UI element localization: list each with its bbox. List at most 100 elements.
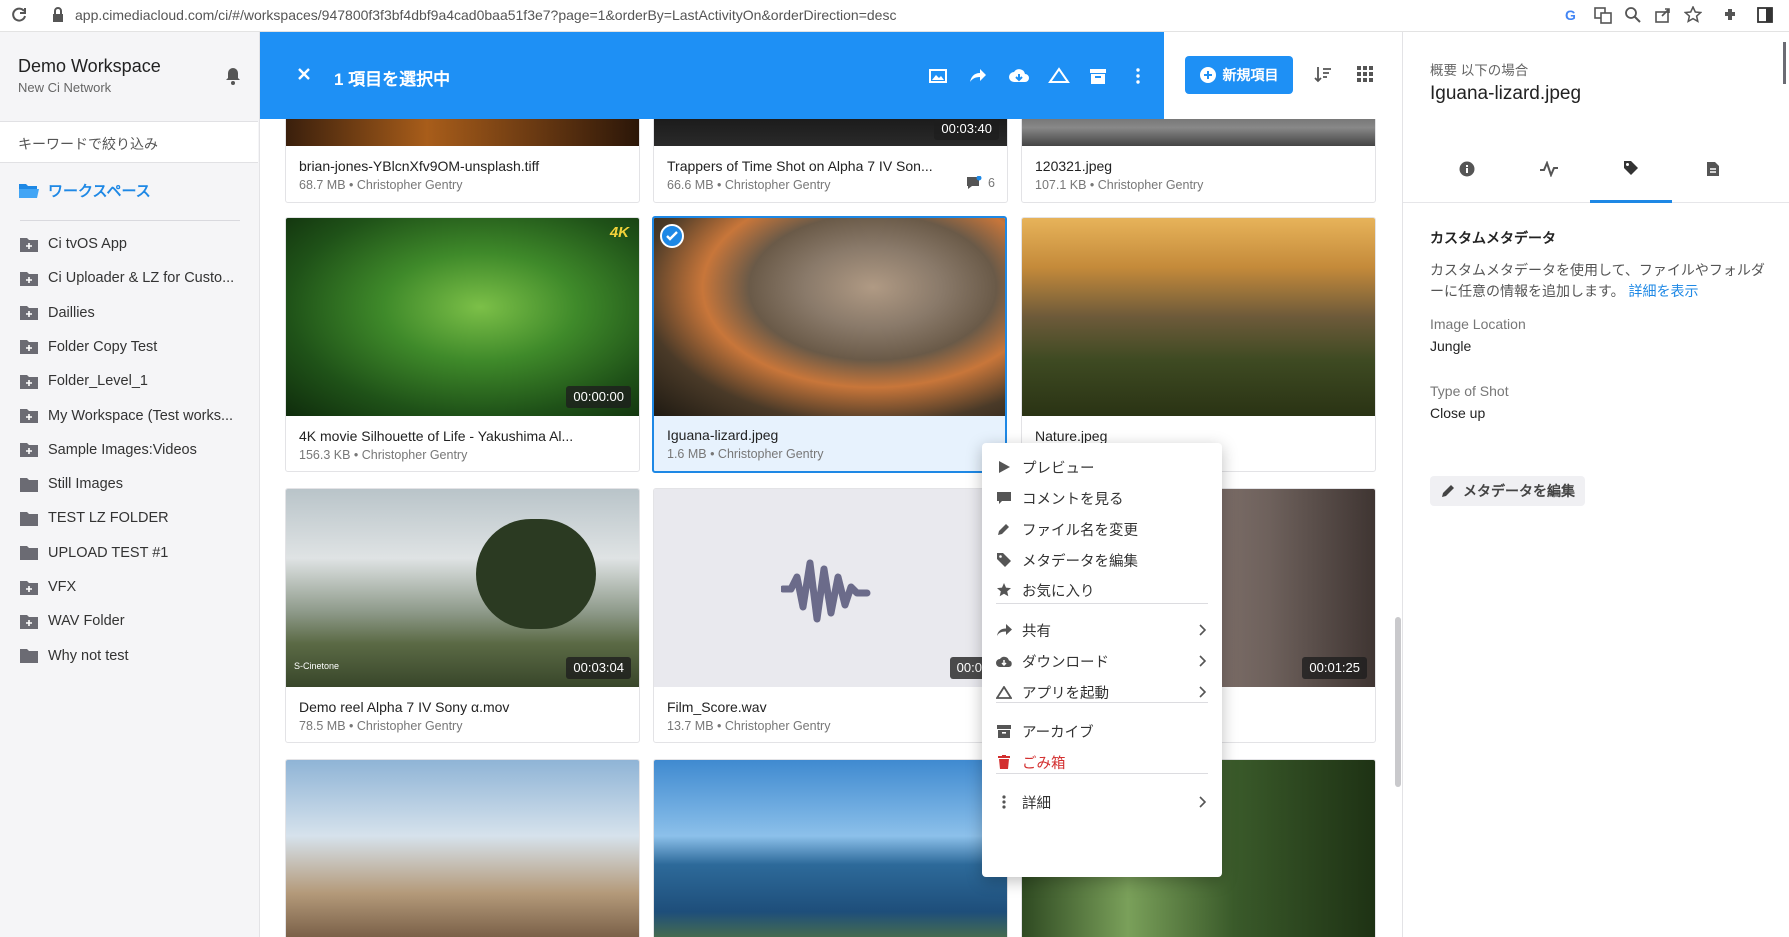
menu-item-label: アーカイブ [1022, 724, 1094, 741]
new-item-label: 新規項目 [1222, 67, 1279, 83]
menu-item[interactable]: お気に入り [982, 576, 1222, 604]
reload-icon[interactable] [10, 6, 28, 24]
bookmark-star-icon[interactable] [1684, 6, 1702, 24]
menu-item[interactable]: アーカイブ [982, 717, 1222, 745]
sidebar-folder-item[interactable]: Folder_Level_1 [20, 371, 245, 391]
section-description: カスタムメタデータを使用して、ファイルやフォルダーに任意の情報を追加します。 詳… [1430, 262, 1765, 299]
tag-icon [1623, 160, 1639, 176]
asset-meta: 156.3 KB • Christopher Gentry [299, 448, 468, 462]
sidebar-folder-item[interactable]: Folder Copy Test [20, 337, 245, 357]
selection-toolbar: 1 項目を選択中 [260, 32, 1164, 119]
menu-item[interactable]: 共有 [982, 616, 1222, 644]
asset-name: Nature.jpeg [1035, 428, 1108, 444]
sidebar-folder-item[interactable]: Ci tvOS App [20, 234, 245, 254]
details-panel: 概要 以下の場合 Iguana-lizard.jpeg カスタムメタデータ カス… [1402, 32, 1789, 937]
zoom-icon[interactable] [1624, 6, 1642, 24]
tab-metadata[interactable] [1590, 135, 1672, 203]
comment-count[interactable]: 6 [966, 176, 995, 190]
archive-icon[interactable] [1088, 66, 1108, 86]
asset-meta: 66.6 MB • Christopher Gentry [667, 178, 831, 192]
asset-name: Trappers of Time Shot on Alpha 7 IV Son.… [667, 158, 933, 174]
menu-item-label: ダウンロード [1022, 654, 1109, 671]
sidebar-folder-item[interactable]: Daillies [20, 303, 245, 323]
google-icon[interactable]: G [1563, 6, 1581, 24]
section-title: カスタムメタデータ [1430, 230, 1556, 246]
sidebar-folder-item[interactable]: Why not test [20, 646, 245, 666]
tree-shape [476, 519, 596, 629]
cloud-download-icon[interactable] [1008, 66, 1030, 86]
menu-item[interactable]: プレビュー [982, 453, 1222, 481]
url-text[interactable]: app.cimediacloud.com/ci/#/workspaces/947… [75, 7, 896, 23]
menu-item[interactable]: ごみ箱 [982, 748, 1222, 776]
panel-edge-handle[interactable] [1783, 42, 1786, 84]
pencil-icon [982, 522, 1022, 536]
sidebar-folder-item[interactable]: WAV Folder [20, 611, 245, 631]
sidebar-folder-item[interactable]: Still Images [20, 474, 245, 494]
new-item-button[interactable]: 新規項目 [1185, 56, 1293, 94]
asset-card[interactable]: 00:01:2 Film_Score.wav 13.7 MB • Christo… [653, 488, 1008, 743]
grid-view-icon[interactable] [1356, 65, 1374, 83]
asset-card[interactable] [285, 759, 640, 937]
asset-thumbnail [1022, 218, 1375, 416]
file-name-title: Iguana-lizard.jpeg [1430, 83, 1582, 104]
asset-thumbnail: 00:01:2 [654, 489, 1007, 687]
chevron-right-icon [1199, 796, 1207, 808]
sidebar-folder-item[interactable]: TEST LZ FOLDER [20, 508, 245, 528]
sidebar-item-workspaces[interactable]: ワークスペース [18, 180, 151, 201]
asset-name: 120321.jpeg [1035, 158, 1113, 174]
tab-activity[interactable] [1508, 135, 1590, 203]
asset-thumbnail: 00:03:40 [654, 119, 1007, 146]
overlay-text: S-Cinetone [294, 661, 340, 671]
sidebar-folder-label: Folder_Level_1 [48, 373, 148, 390]
asset-card[interactable]: S-Cinetone 00:03:04 Demo reel Alpha 7 IV… [285, 488, 640, 743]
extensions-icon[interactable] [1722, 6, 1740, 24]
asset-meta: 78.5 MB • Christopher Gentry [299, 719, 463, 733]
tab-document[interactable] [1672, 135, 1754, 203]
sidebar-folder-item[interactable]: Sample Images:Videos [20, 440, 245, 460]
sidebar-folder-item[interactable]: VFX [20, 577, 245, 597]
sidebar-folder-label: My Workspace (Test works... [48, 407, 234, 424]
menu-item-label: 詳細 [1022, 795, 1051, 812]
comment-icon [982, 492, 1022, 504]
folder-plus-icon [20, 408, 38, 423]
asset-card[interactable]: brian-jones-YBlcnXfv9OM-unsplash.tiff 68… [285, 119, 640, 203]
sort-icon[interactable] [1314, 65, 1332, 83]
asset-card-selected[interactable]: Iguana-lizard.jpeg 1.6 MB • Christopher … [652, 216, 1007, 473]
asset-name: Demo reel Alpha 7 IV Sony α.mov [299, 699, 510, 715]
context-menu: プレビューコメントを見る ファイル名を変更 メタデータを編集 お気に入り共有ダウンロー… [982, 443, 1222, 877]
sidebar-folder-label: Why not test [48, 647, 129, 664]
sidebar-folder-item[interactable]: Ci Uploader & LZ for Custo... [20, 268, 245, 288]
asset-card[interactable]: 120321.jpeg 107.1 KB • Christopher Gentr… [1021, 119, 1376, 203]
asset-thumbnail [654, 760, 1007, 937]
checkbox-checked[interactable] [660, 224, 684, 248]
asset-card[interactable]: Nature.jpeg [1021, 217, 1376, 472]
more-vertical-icon[interactable] [1128, 66, 1148, 86]
details-link[interactable]: 詳細を表示 [1629, 283, 1699, 299]
bell-icon[interactable] [223, 66, 243, 86]
asset-card[interactable]: 4K 00:00:00 4K movie Silhouette of Life … [285, 217, 640, 472]
tab-info[interactable] [1426, 135, 1508, 203]
menu-divider [996, 773, 1208, 774]
menu-item[interactable]: ファイル名を変更 [982, 515, 1222, 543]
menu-item[interactable]: メタデータを編集 [982, 546, 1222, 574]
close-icon[interactable] [296, 66, 312, 82]
share-page-icon[interactable] [1654, 6, 1672, 24]
cloud-app-icon[interactable] [1048, 66, 1070, 86]
grid-scrollbar[interactable] [1395, 617, 1401, 787]
sidebar-folder-label: TEST LZ FOLDER [48, 510, 169, 527]
edit-metadata-button[interactable]: メタデータを編集 [1430, 476, 1585, 506]
share-icon[interactable] [968, 66, 988, 86]
image-icon[interactable] [928, 66, 948, 86]
workspace-title[interactable]: Demo Workspace [18, 56, 161, 77]
menu-item[interactable]: コメントを見る [982, 484, 1222, 512]
side-panel-icon[interactable] [1756, 6, 1774, 24]
menu-item[interactable]: ダウンロード [982, 647, 1222, 675]
asset-card[interactable]: 00:03:40 Trappers of Time Shot on Alpha … [653, 119, 1008, 203]
asset-card[interactable] [653, 759, 1008, 937]
filter-input[interactable]: キーワードで絞り込み [0, 121, 258, 163]
duration-badge: 00:03:40 [934, 119, 999, 140]
translate-icon[interactable] [1594, 6, 1612, 24]
sidebar-folder-item[interactable]: UPLOAD TEST #1 [20, 543, 245, 563]
menu-item[interactable]: 詳細 [982, 788, 1222, 816]
sidebar-folder-item[interactable]: My Workspace (Test works... [20, 406, 245, 426]
